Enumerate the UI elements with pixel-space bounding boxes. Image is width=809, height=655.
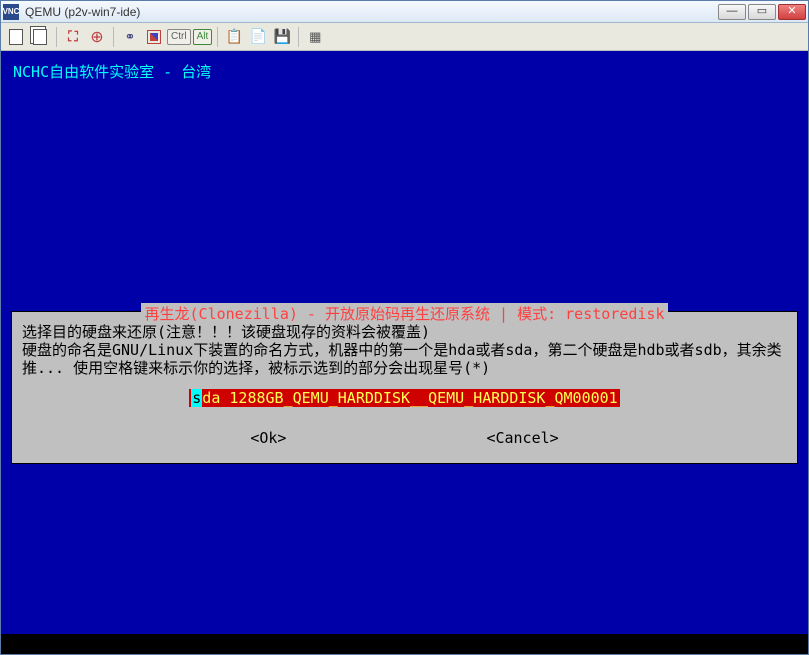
link-icon[interactable]: ⚭ [119,26,141,48]
separator [56,27,57,47]
save-icon[interactable]: 💾 [271,26,293,48]
qemu-window: VNC QEMU (p2v-win7-ide) — ▭ ✕ ⛶ ⚭ Ctrl A… [0,0,809,655]
color-icon[interactable] [143,26,165,48]
disk-cursor: s [191,389,202,407]
app-icon: VNC [3,4,19,20]
clipboard2-icon[interactable]: 📄 [247,26,269,48]
dialog-line1: 选择目的硬盘来还原(注意！！！该硬盘现存的资料会被覆盖) [22,323,787,341]
maximize-button[interactable]: ▭ [748,4,776,20]
window-title: QEMU (p2v-win7-ide) [25,5,718,19]
window-controls: — ▭ ✕ [718,4,806,20]
close-button[interactable]: ✕ [778,4,806,20]
toolbar: ⛶ ⚭ Ctrl Alt 📋 📄 💾 ▦ [1,23,808,51]
clipboard-icon[interactable]: 📋 [223,26,245,48]
dialog-buttons: <Ok> <Cancel> [22,425,787,457]
nchc-header: NCHC自由软件实验室 - 台湾 [11,61,798,82]
screen-bottom-bar [1,634,808,654]
dialog-title-row: 再生龙(Clonezilla) - 开放原始码再生还原系统 | 模式: rest… [12,303,797,321]
titlebar: VNC QEMU (p2v-win7-ide) — ▭ ✕ [1,1,808,23]
new-conn-icon[interactable] [5,26,27,48]
dialog-body: 选择目的硬盘来还原(注意！！！该硬盘现存的资料会被覆盖) 硬盘的命名是GNU/L… [12,321,797,463]
dialog-title: 再生龙(Clonezilla) - 开放原始码再生还原系统 | 模式: rest… [141,303,669,324]
separator [113,27,114,47]
vm-screen[interactable]: NCHC自由软件实验室 - 台湾 再生龙(Clonezilla) - 开放原始码… [1,51,808,654]
save-conn-icon[interactable] [29,26,51,48]
clonezilla-dialog: 再生龙(Clonezilla) - 开放原始码再生还原系统 | 模式: rest… [11,311,798,464]
target-icon[interactable] [86,26,108,48]
settings-icon[interactable]: ▦ [304,26,326,48]
dialog-line2: 硬盘的命名是GNU/Linux下装置的命名方式，机器中的第一个是hda或者sda… [22,341,787,377]
alt-key-button[interactable]: Alt [193,29,213,45]
ctrl-key-button[interactable]: Ctrl [167,29,191,45]
separator [217,27,218,47]
ok-button[interactable]: <Ok> [250,429,286,447]
disk-label: da 1288GB_QEMU_HARDDISK__QEMU_HARDDISK_Q… [202,389,617,407]
disk-list: sda 1288GB_QEMU_HARDDISK__QEMU_HARDDISK_… [22,389,787,407]
fullscreen-icon[interactable]: ⛶ [62,26,84,48]
disk-item-sda[interactable]: sda 1288GB_QEMU_HARDDISK__QEMU_HARDDISK_… [189,389,619,407]
minimize-button[interactable]: — [718,4,746,20]
cancel-button[interactable]: <Cancel> [486,429,558,447]
separator [298,27,299,47]
